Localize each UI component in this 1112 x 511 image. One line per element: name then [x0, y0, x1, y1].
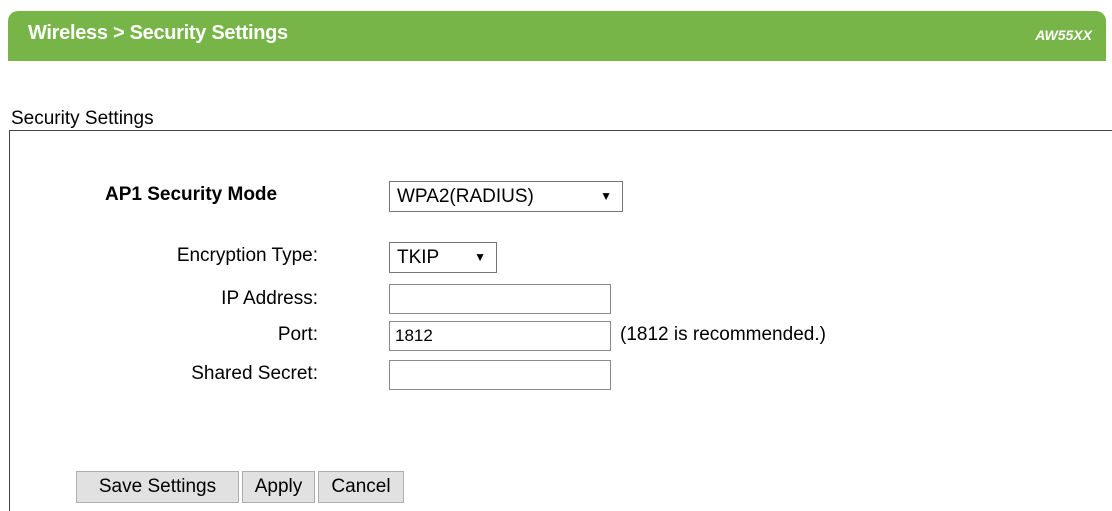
security-mode-value: WPA2(RADIUS)	[397, 186, 534, 207]
shared-secret-input[interactable]	[389, 360, 611, 390]
fieldset-legend: Security Settings	[11, 108, 158, 130]
encryption-type-label: Encryption Type:	[176, 245, 318, 266]
security-mode-label: AP1 Security Mode	[105, 184, 278, 205]
port-label: Port:	[277, 324, 318, 345]
ip-address-label: IP Address:	[221, 288, 318, 309]
apply-button[interactable]: Apply	[242, 471, 315, 503]
chevron-down-icon: ▼	[600, 189, 612, 203]
security-mode-select[interactable]: WPA2(RADIUS) ▼	[389, 181, 623, 212]
encryption-type-value: TKIP	[397, 247, 440, 268]
page-title: Wireless > Security Settings	[28, 22, 288, 44]
ip-address-input[interactable]	[389, 284, 611, 314]
encryption-type-select[interactable]: TKIP ▼	[389, 242, 497, 273]
shared-secret-label: Shared Secret:	[191, 363, 318, 384]
chevron-down-icon: ▼	[474, 250, 486, 264]
port-input[interactable]	[389, 321, 611, 351]
page-header: Wireless > Security Settings AW55XX	[8, 11, 1106, 61]
cancel-button[interactable]: Cancel	[318, 471, 404, 503]
device-model: AW55XX	[1035, 27, 1092, 43]
save-settings-button[interactable]: Save Settings	[76, 471, 239, 503]
port-hint: (1812 is recommended.)	[620, 324, 826, 345]
